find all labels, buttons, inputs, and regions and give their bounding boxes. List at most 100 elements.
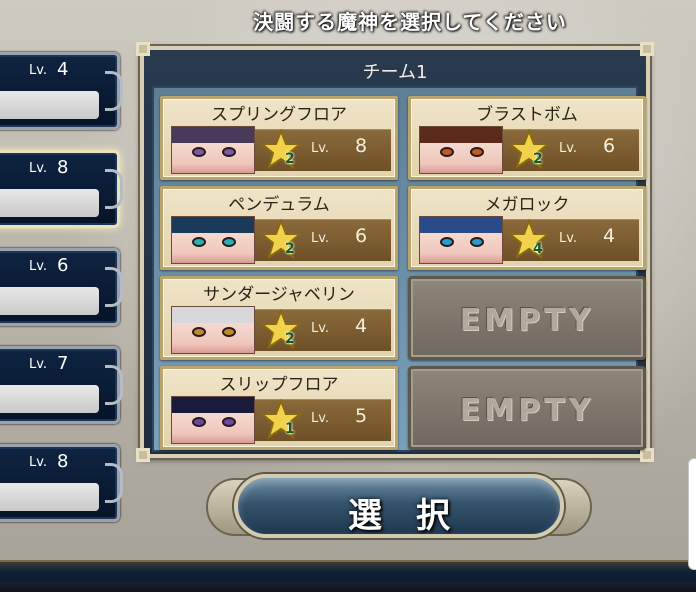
- portrait-eye: [222, 417, 236, 427]
- level-label: Lv.: [311, 231, 330, 246]
- star-rank-value: 1: [285, 421, 295, 437]
- star-rank-value: 2: [285, 331, 295, 347]
- empty-slot[interactable]: EMPTY: [408, 276, 646, 360]
- team-member-slot[interactable]: スリップフロア 1 Lv. 5: [160, 366, 398, 450]
- portrait-eye: [192, 327, 206, 337]
- portrait-hair: [172, 127, 254, 143]
- level-value: 6: [603, 135, 616, 157]
- panel-corner: [640, 448, 654, 462]
- candidate-card-selected[interactable]: Lv. 8: [0, 150, 123, 228]
- portrait-eye: [440, 237, 454, 247]
- star-rank-icon: [509, 129, 549, 169]
- member-portrait: [171, 396, 255, 444]
- select-button-label: 選択: [348, 496, 484, 536]
- candidate-card[interactable]: Lv. 6: [0, 248, 123, 326]
- level-value: 4: [355, 315, 368, 337]
- level-value: 8: [355, 135, 368, 157]
- level-value: 6: [57, 255, 69, 276]
- star-rank-icon: [261, 129, 301, 169]
- level-value: 8: [57, 157, 69, 178]
- ornament: [105, 71, 123, 111]
- portrait-hair: [172, 397, 254, 413]
- select-button[interactable]: 選択: [206, 470, 592, 544]
- team-label: チーム1: [362, 62, 428, 83]
- name-plate: [0, 189, 99, 217]
- star-rank-value: 2: [285, 151, 295, 167]
- level-label: Lv.: [311, 141, 330, 156]
- team-member-card[interactable]: スリップフロア 1 Lv. 5: [160, 366, 398, 450]
- ornament: [105, 267, 123, 307]
- level-label: Lv.: [29, 455, 48, 470]
- name-plate: [0, 91, 99, 119]
- portrait-hair: [172, 307, 254, 323]
- portrait-eye: [222, 327, 236, 337]
- team-member-card[interactable]: スプリングフロア 2 Lv. 8: [160, 96, 398, 180]
- member-portrait: [171, 306, 255, 354]
- portrait-eye: [222, 237, 236, 247]
- level-label: Lv.: [29, 357, 48, 372]
- member-name: ペンデュラム: [228, 195, 330, 215]
- team-member-slot[interactable]: メガロック 4 Lv. 4: [408, 186, 646, 270]
- team-member-card[interactable]: サンダージャベリン 2 Lv. 4: [160, 276, 398, 360]
- team-member-card[interactable]: ブラストボム 2 Lv. 6: [408, 96, 646, 180]
- star-rank-value: 4: [533, 241, 543, 257]
- level-label: Lv.: [29, 259, 48, 274]
- ornament: [105, 463, 123, 503]
- team-member-slot[interactable]: スプリングフロア 2 Lv. 8: [160, 96, 398, 180]
- team-member-slot[interactable]: ブラストボム 2 Lv. 6: [408, 96, 646, 180]
- portrait-hair: [172, 217, 254, 233]
- level-label: Lv.: [29, 161, 48, 176]
- member-name: スプリングフロア: [211, 105, 347, 125]
- edge-tab[interactable]: [688, 458, 696, 570]
- member-name: メガロック: [484, 195, 570, 215]
- screen-title: 決闘する魔神を選択してください: [253, 10, 567, 34]
- member-portrait: [419, 216, 503, 264]
- empty-slot[interactable]: EMPTY: [408, 366, 646, 450]
- level-label: Lv.: [559, 231, 578, 246]
- empty-label: EMPTY: [459, 303, 595, 338]
- member-name: スリップフロア: [219, 375, 339, 395]
- panel-corner: [136, 42, 150, 56]
- member-name: ブラストボム: [476, 105, 578, 125]
- member-portrait: [419, 126, 503, 174]
- empty-card[interactable]: EMPTY: [408, 276, 646, 360]
- portrait-eye: [470, 237, 484, 247]
- team-panel: チーム1 スプリングフロア 2 Lv. 8 ブラストボム 2 Lv. 6 ペンデュラム 2 Lv. 6…: [136, 42, 654, 462]
- star-rank-icon: [261, 219, 301, 259]
- team-member-slot[interactable]: ペンデュラム 2 Lv. 6: [160, 186, 398, 270]
- candidate-card[interactable]: Lv. 8: [0, 444, 123, 522]
- name-plate: [0, 287, 99, 315]
- select-button-body[interactable]: 選択: [234, 474, 564, 538]
- level-label: Lv.: [311, 321, 330, 336]
- team-member-slot[interactable]: サンダージャベリン 2 Lv. 4: [160, 276, 398, 360]
- level-value: 4: [57, 59, 69, 80]
- empty-label: EMPTY: [459, 393, 595, 428]
- ornament: [105, 365, 123, 405]
- bottom-edge: [0, 582, 696, 592]
- level-label: Lv.: [311, 411, 330, 426]
- team-member-card[interactable]: メガロック 4 Lv. 4: [408, 186, 646, 270]
- candidate-card[interactable]: Lv. 4: [0, 52, 123, 130]
- portrait-eye: [222, 147, 236, 157]
- star-rank-value: 2: [533, 151, 543, 167]
- team-slots: スプリングフロア 2 Lv. 8 ブラストボム 2 Lv. 6 ペンデュラム 2 Lv. 6 メガロック…: [152, 86, 646, 452]
- team-member-card[interactable]: ペンデュラム 2 Lv. 6: [160, 186, 398, 270]
- star-rank-icon: [509, 219, 549, 259]
- panel-corner: [640, 42, 654, 56]
- star-rank-value: 2: [285, 241, 295, 257]
- level-label: Lv.: [29, 63, 48, 78]
- name-plate: [0, 385, 99, 413]
- portrait-hair: [420, 127, 502, 143]
- level-value: 5: [355, 405, 368, 427]
- candidate-card[interactable]: Lv. 7: [0, 346, 123, 424]
- level-label: Lv.: [559, 141, 578, 156]
- star-rank-icon: [261, 309, 301, 349]
- portrait-eye: [192, 147, 206, 157]
- star-rank-icon: [261, 399, 301, 439]
- empty-card[interactable]: EMPTY: [408, 366, 646, 450]
- level-value: 6: [355, 225, 368, 247]
- portrait-hair: [420, 217, 502, 233]
- level-value: 4: [603, 225, 616, 247]
- bottom-bar: [0, 560, 696, 592]
- member-name: サンダージャベリン: [203, 285, 355, 305]
